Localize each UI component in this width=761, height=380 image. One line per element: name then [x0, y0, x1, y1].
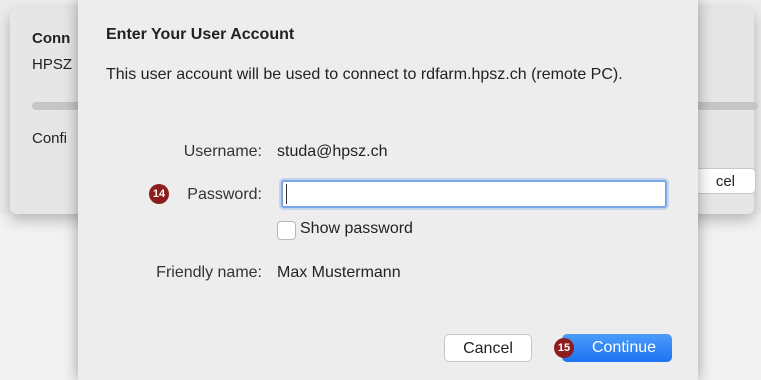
username-label: Username: [183, 143, 262, 160]
password-step-marker: 14 [149, 184, 169, 204]
text-cursor [286, 184, 287, 204]
user-account-dialog: Enter Your User Account This user accoun… [78, 0, 698, 380]
background-window-title: Conn [32, 30, 71, 47]
friendly-name-label: Friendly name: [156, 264, 262, 281]
show-password-checkbox[interactable] [277, 221, 296, 240]
password-label: Password: [187, 186, 262, 203]
dialog-description: This user account will be used to connec… [106, 66, 623, 83]
continue-step-marker: 15 [554, 338, 574, 358]
show-password-label[interactable]: Show password [300, 220, 413, 238]
password-input[interactable] [281, 180, 667, 208]
background-status-text: Confi [32, 130, 68, 147]
dialog-title: Enter Your User Account [106, 26, 295, 43]
background-window-subtitle: HPSZ [32, 56, 73, 73]
friendly-name-value: Max Mustermann [277, 264, 401, 281]
continue-button[interactable]: Continue [562, 334, 672, 362]
username-value: studa@hpsz.ch [277, 143, 388, 160]
cancel-button[interactable]: Cancel [444, 334, 532, 362]
